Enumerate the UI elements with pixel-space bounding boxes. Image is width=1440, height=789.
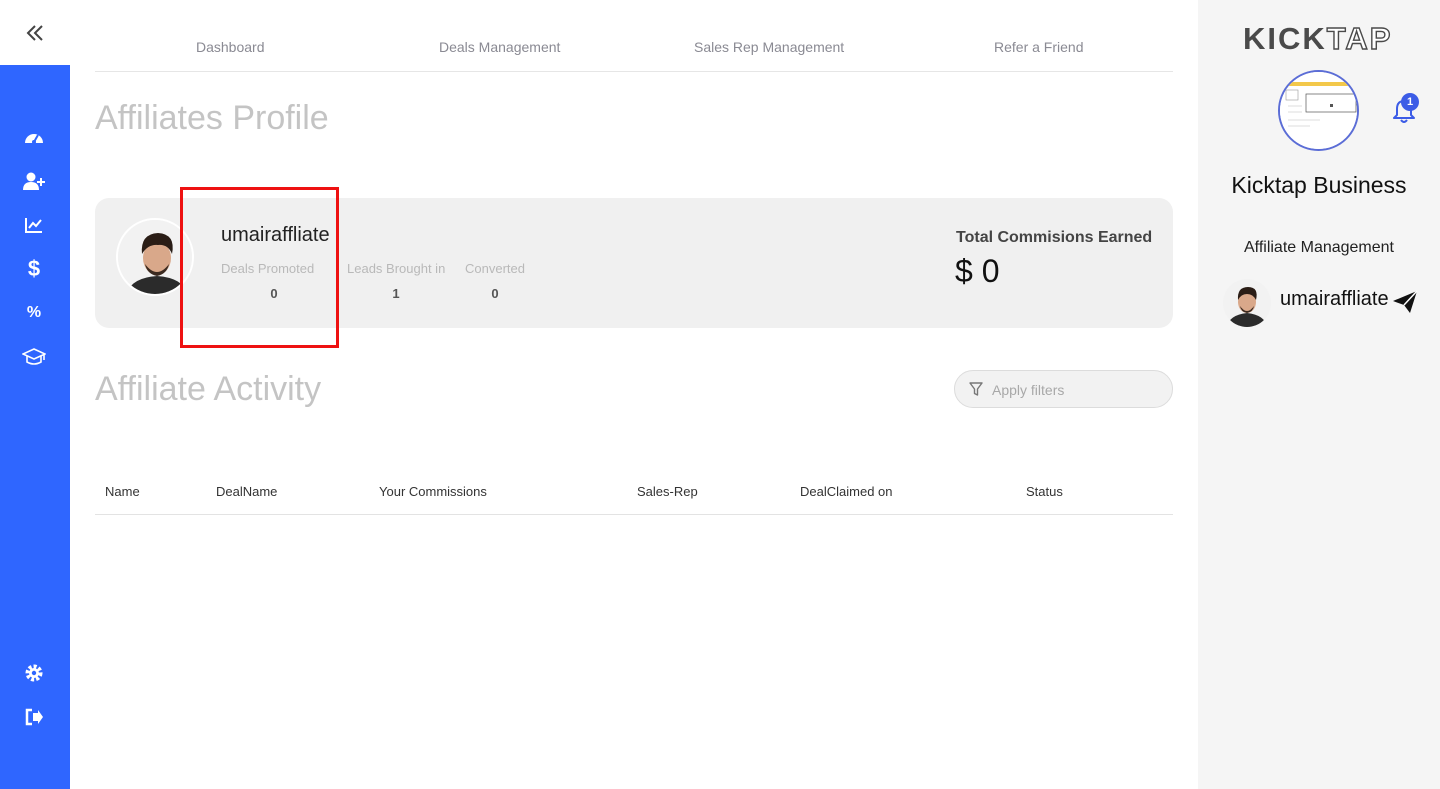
column-header-deal-name[interactable]: DealName	[216, 484, 277, 499]
affiliate-name: umairaffliate	[221, 224, 330, 246]
stat-deals-promoted-value: 0	[270, 286, 278, 301]
send-icon[interactable]	[1392, 290, 1418, 314]
app-root: $ % Dashboard Deals Management Sales Rep…	[0, 0, 1440, 789]
filter-icon	[969, 382, 983, 396]
stat-deals-promoted-label: Deals Promoted	[221, 261, 315, 276]
stat-leads-brought-value: 1	[392, 286, 400, 301]
role-label: Affiliate Management	[1243, 239, 1394, 256]
business-logo-image[interactable]	[1278, 70, 1359, 151]
sidebar-settings-icon[interactable]	[22, 661, 46, 685]
total-commissions-value: $ 0	[955, 253, 1000, 289]
business-name: Kicktap Business	[1231, 172, 1407, 198]
column-header-deal-claimed-on[interactable]: DealClaimed on	[800, 484, 893, 499]
sidebar-add-user-icon[interactable]	[22, 169, 46, 193]
kicktap-logo: KICKTAP	[1243, 20, 1393, 57]
nav-sales-rep-management[interactable]: Sales Rep Management	[694, 39, 844, 55]
column-header-sales-rep[interactable]: Sales-Rep	[637, 484, 698, 499]
nav-dashboard[interactable]: Dashboard	[196, 39, 265, 55]
filter-placeholder: Apply filters	[992, 382, 1065, 398]
double-chevron-left-icon	[26, 24, 43, 41]
stat-converted-label: Converted	[465, 261, 525, 276]
affiliate-profile-card: umairaffliate Deals Promoted 0 Leads Bro…	[95, 198, 1173, 328]
sidebar-dashboard-icon[interactable]	[22, 125, 46, 149]
sidebar-percent-icon[interactable]: %	[22, 301, 46, 325]
activity-table-header: Name DealName Your Commissions Sales-Rep…	[95, 470, 1173, 515]
column-header-name[interactable]: Name	[105, 484, 140, 499]
nav-deals-management[interactable]: Deals Management	[439, 39, 560, 55]
user-avatar[interactable]	[1223, 279, 1271, 327]
avatar	[116, 218, 194, 296]
notification-count-badge: 1	[1401, 93, 1419, 111]
logo-kick: KICK	[1243, 21, 1327, 56]
nav-refer-a-friend[interactable]: Refer a Friend	[994, 39, 1083, 55]
total-commissions-label: Total Commisions Earned	[956, 229, 1153, 246]
collapse-sidebar-button[interactable]	[0, 0, 70, 65]
user-name: umairaffliate	[1280, 288, 1389, 310]
column-header-status[interactable]: Status	[1026, 484, 1063, 499]
sidebar-dollar-icon[interactable]: $	[22, 256, 46, 281]
top-navigation: Dashboard Deals Management Sales Rep Man…	[95, 0, 1173, 72]
logo-tap: TAP	[1326, 20, 1393, 56]
sidebar-graduation-cap-icon[interactable]	[22, 345, 46, 369]
stat-converted-value: 0	[491, 286, 499, 301]
page-title: Affiliates Profile	[95, 99, 329, 137]
sidebar: $ %	[0, 65, 70, 789]
right-panel: KICKTAP 1 Kicktap Business Affiliate Man…	[1198, 0, 1440, 789]
sidebar-logout-icon[interactable]	[22, 705, 46, 729]
sidebar-chart-icon[interactable]	[22, 213, 46, 237]
column-header-your-commissions[interactable]: Your Commissions	[379, 484, 487, 499]
stat-leads-brought-label: Leads Brought in	[347, 261, 446, 276]
activity-title: Affiliate Activity	[95, 370, 322, 408]
apply-filters-input[interactable]: Apply filters	[954, 370, 1173, 408]
